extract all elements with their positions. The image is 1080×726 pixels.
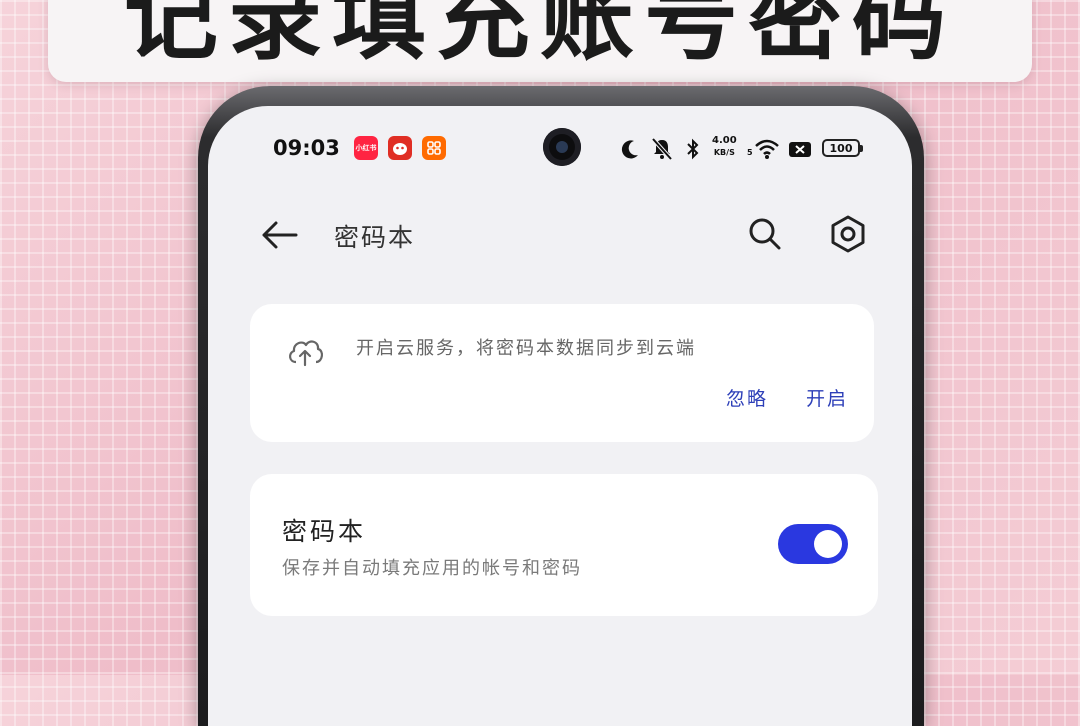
back-arrow-icon[interactable] — [260, 218, 300, 252]
cloud-sync-message: 开启云服务，将密码本数据同步到云端 — [356, 338, 696, 359]
phone-screen: 09:03 小红书 4.00 KB/S 5 100 密码本 开启云服务，将密码本… — [208, 106, 912, 726]
toggle-knob — [814, 530, 842, 558]
cloud-upload-icon — [289, 340, 323, 367]
title-banner: 记录填充账号密码 — [48, 0, 1032, 82]
network-speed-unit: KB/S — [713, 148, 735, 157]
page-title: 密码本 — [334, 223, 416, 252]
xiaohongshu-app-icon: 小红书 — [354, 136, 378, 160]
ignore-button[interactable]: 忽略 — [726, 384, 768, 411]
network-speed-value: 4.00 — [712, 135, 737, 146]
moon-icon — [621, 140, 638, 159]
pinduoduo-app-icon — [388, 136, 412, 160]
network-speed: 4.00 KB/S — [712, 135, 737, 159]
bluetooth-icon — [687, 138, 699, 160]
mute-bell-icon — [651, 137, 673, 161]
banner-title: 记录填充账号密码 — [123, 0, 956, 73]
search-icon[interactable] — [746, 215, 784, 253]
cloud-sync-card: 开启云服务，将密码本数据同步到云端 — [250, 304, 874, 442]
close-box-icon — [789, 142, 811, 157]
password-book-description: 保存并自动填充应用的帐号和密码 — [282, 558, 582, 579]
status-bar: 09:03 小红书 4.00 KB/S 5 100 — [208, 106, 912, 186]
network-type: 5 — [747, 148, 753, 157]
front-camera — [543, 128, 581, 166]
password-book-title: 密码本 — [282, 517, 367, 546]
password-book-toggle[interactable] — [778, 524, 848, 564]
battery-indicator: 100 — [822, 139, 863, 157]
password-book-card: 密码本 保存并自动填充应用的帐号和密码 — [250, 474, 878, 616]
wifi-icon — [755, 139, 779, 159]
status-time: 09:03 — [273, 136, 340, 160]
settings-icon[interactable] — [828, 214, 868, 254]
enable-cloud-button[interactable]: 开启 — [806, 384, 848, 411]
meituan-app-icon — [422, 136, 446, 160]
